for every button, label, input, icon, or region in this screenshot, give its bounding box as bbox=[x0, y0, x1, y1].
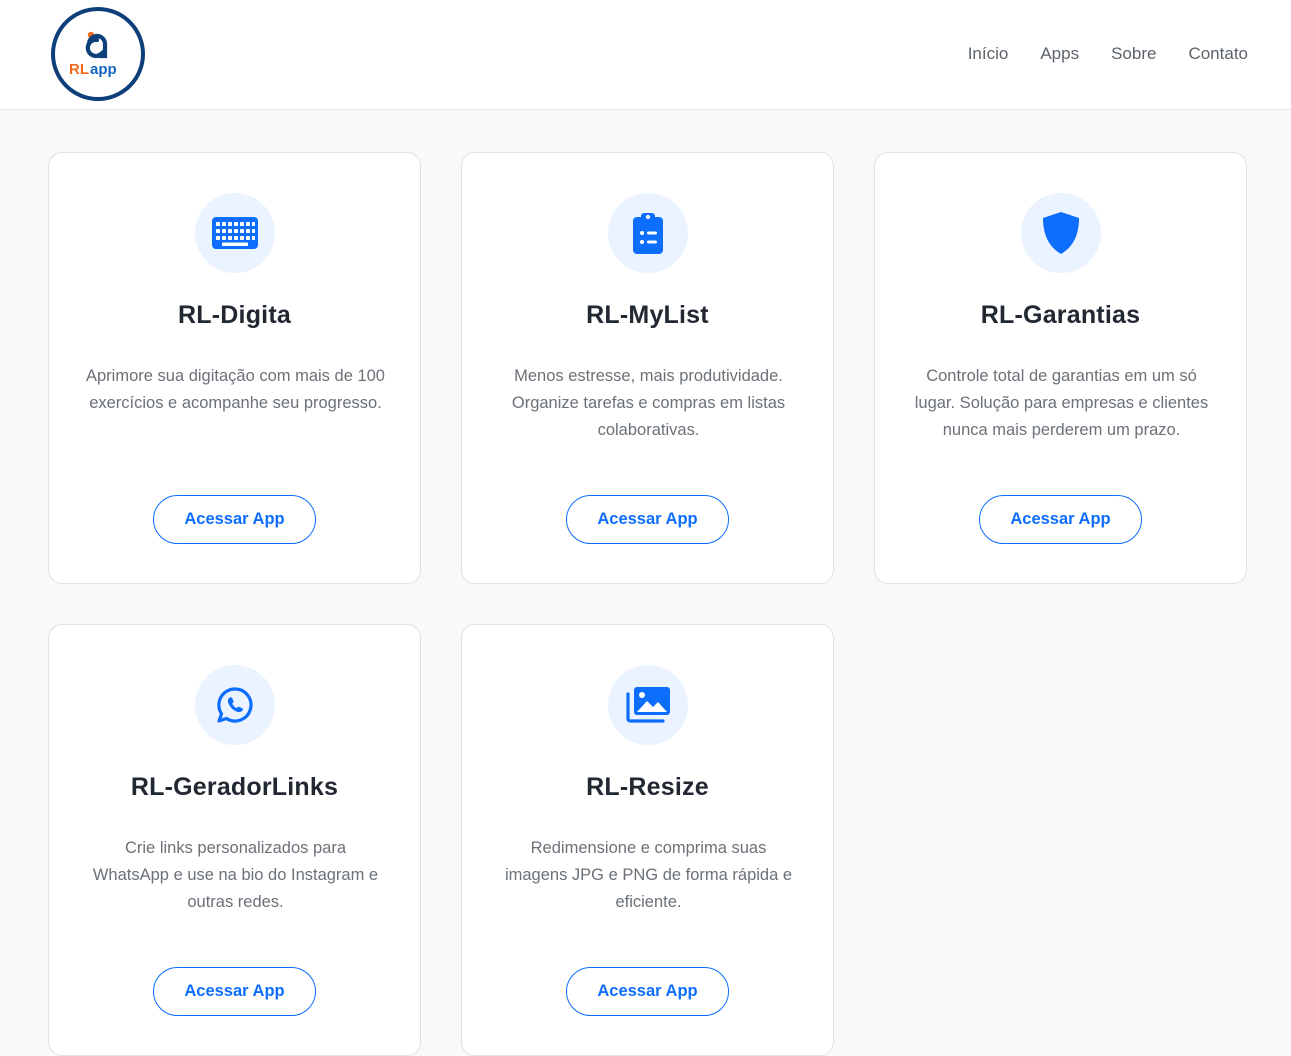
nav-sobre[interactable]: Sobre bbox=[1111, 43, 1156, 65]
access-app-button[interactable]: Acessar App bbox=[566, 967, 729, 1016]
nav-contato[interactable]: Contato bbox=[1188, 43, 1248, 65]
app-card-rl-garantias: RL-Garantias Controle total de garantias… bbox=[874, 152, 1247, 584]
site-header: RL app RLapp Início Apps Sobre Contato bbox=[0, 0, 1291, 110]
card-description: Aprimore sua digitação com mais de 100 e… bbox=[86, 367, 385, 412]
card-title: RL-Resize bbox=[586, 773, 709, 801]
whatsapp-icon bbox=[217, 687, 253, 723]
card-description: Crie links personalizados para WhatsApp … bbox=[92, 839, 379, 911]
svg-text:app: app bbox=[90, 61, 117, 78]
icon-circle bbox=[195, 665, 275, 745]
access-app-button[interactable]: Acessar App bbox=[153, 495, 316, 544]
images-icon bbox=[626, 687, 670, 723]
shield-icon bbox=[1043, 212, 1079, 254]
logo-icon: RL app bbox=[69, 31, 117, 78]
card-title: RL-GeradorLinks bbox=[130, 773, 339, 801]
icon-circle bbox=[608, 665, 688, 745]
access-app-button[interactable]: Acessar App bbox=[979, 495, 1142, 544]
nav-inicio[interactable]: Início bbox=[968, 43, 1009, 65]
card-title: RL-Garantias bbox=[980, 301, 1141, 329]
card-description: Controle total de garantias em um só lug… bbox=[914, 367, 1209, 439]
app-card-rl-digita: RL-Digita Aprimore sua digitação com mai… bbox=[48, 152, 421, 584]
card-title: RL-MyList bbox=[586, 301, 709, 329]
app-card-rl-geradorlinks: RL-GeradorLinks Crie links personalizado… bbox=[48, 624, 421, 1056]
app-card-rl-mylist: RL-MyList Menos estresse, mais produtivi… bbox=[461, 152, 834, 584]
icon-circle bbox=[195, 193, 275, 273]
keyboard-icon bbox=[212, 217, 258, 249]
icon-circle bbox=[608, 193, 688, 273]
main-nav: Início Apps Sobre Contato bbox=[968, 43, 1248, 65]
svg-text:RL: RL bbox=[69, 61, 89, 78]
access-app-button[interactable]: Acessar App bbox=[153, 967, 316, 1016]
card-title: RL-Digita bbox=[178, 301, 291, 329]
card-description: Redimensione e comprima suas imagens JPG… bbox=[504, 839, 793, 911]
app-card-rl-resize: RL-Resize Redimensione e comprima suas i… bbox=[461, 624, 834, 1056]
icon-circle bbox=[1021, 193, 1101, 273]
access-app-button[interactable]: Acessar App bbox=[566, 495, 729, 544]
logo[interactable]: RL app RLapp bbox=[51, 7, 145, 101]
nav-apps[interactable]: Apps bbox=[1040, 43, 1079, 65]
clipboard-list-icon bbox=[633, 213, 663, 254]
card-description: Menos estresse, mais produtividade. Orga… bbox=[511, 367, 786, 439]
